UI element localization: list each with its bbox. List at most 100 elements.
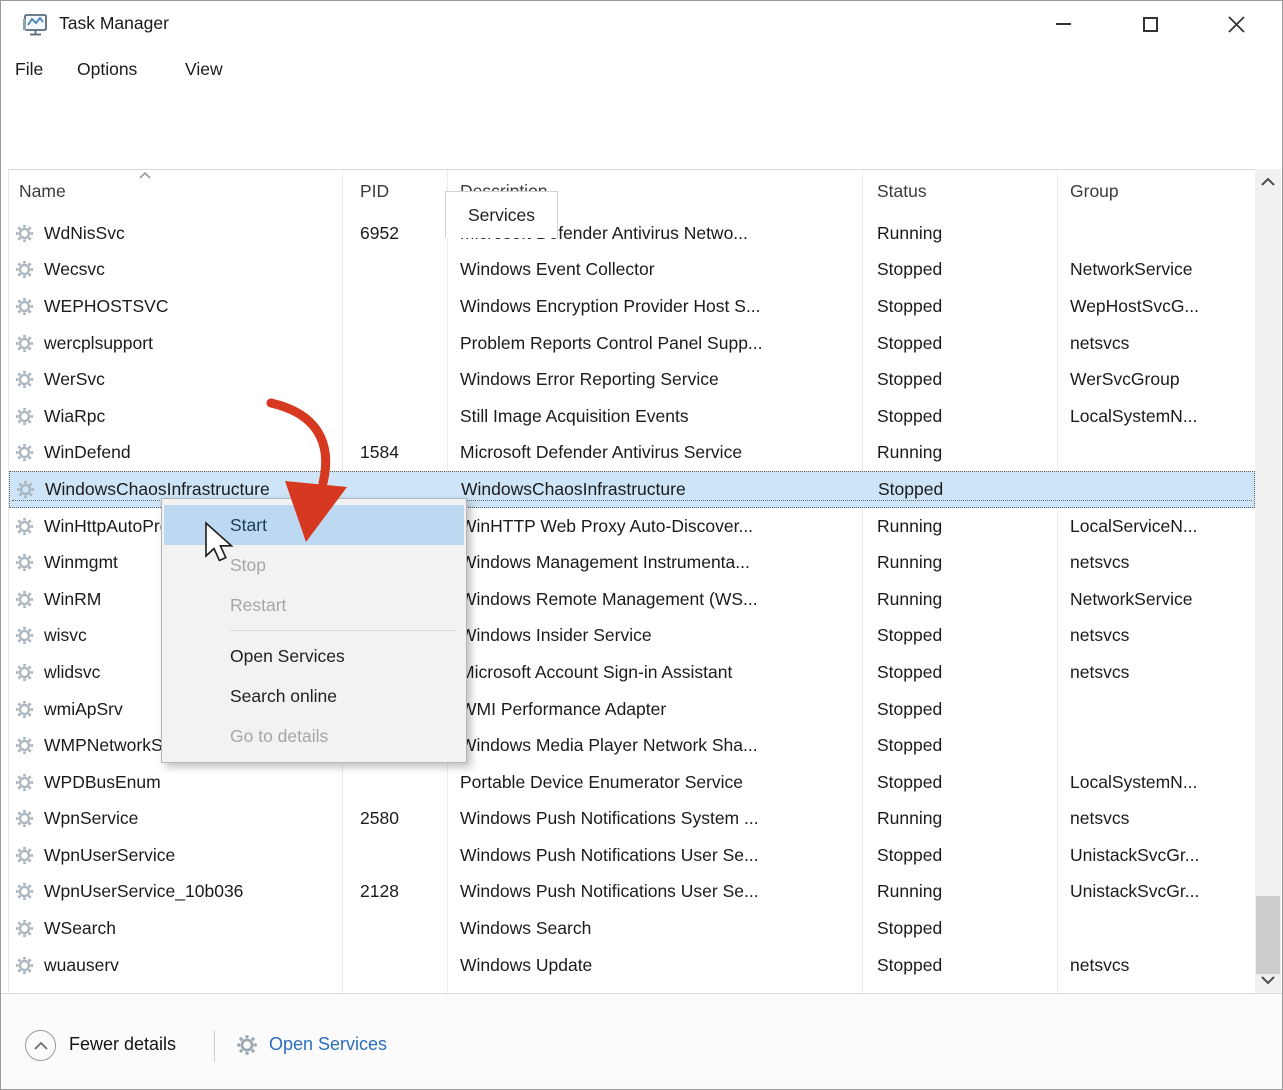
context-menu-item-search-online[interactable]: Search online bbox=[164, 676, 464, 716]
context-menu-item-go-to-details[interactable]: Go to details bbox=[164, 716, 464, 756]
service-pid: 2580 bbox=[342, 808, 447, 829]
context-menu-item-restart[interactable]: Restart bbox=[164, 585, 464, 625]
fewer-details-label[interactable]: Fewer details bbox=[69, 1034, 176, 1055]
scroll-up-button[interactable] bbox=[1255, 169, 1281, 195]
service-name: wmiApSrv bbox=[44, 699, 123, 720]
service-gear-icon bbox=[14, 699, 35, 720]
scroll-down-button[interactable] bbox=[1255, 967, 1281, 993]
menu-view[interactable]: View bbox=[185, 59, 223, 80]
service-description: Portable Device Enumerator Service bbox=[447, 772, 862, 793]
footer-divider bbox=[214, 1030, 215, 1062]
service-description: Microsoft Account Sign-in Assistant bbox=[447, 662, 862, 683]
menu-file[interactable]: File bbox=[15, 59, 43, 80]
service-group: LocalSystemN... bbox=[1057, 406, 1255, 427]
service-description: Windows Media Player Network Sha... bbox=[447, 735, 862, 756]
service-pid: 2128 bbox=[342, 881, 447, 902]
service-gear-icon bbox=[14, 223, 35, 244]
context-menu-item-open-services[interactable]: Open Services bbox=[164, 636, 464, 676]
service-status: Running bbox=[862, 223, 1057, 244]
service-description: Problem Reports Control Panel Supp... bbox=[447, 333, 862, 354]
service-status: Stopped bbox=[862, 625, 1057, 646]
service-gear-icon bbox=[15, 479, 36, 500]
table-row[interactable]: WpnUserService Windows Push Notification… bbox=[9, 837, 1255, 874]
service-description: Windows Push Notifications User Se... bbox=[447, 881, 862, 902]
service-group: NetworkService bbox=[1057, 259, 1255, 280]
scrollbar-thumb[interactable] bbox=[1256, 896, 1280, 974]
service-status: Running bbox=[862, 552, 1057, 573]
service-status: Stopped bbox=[862, 369, 1057, 390]
service-status: Running bbox=[862, 516, 1057, 537]
minimize-icon bbox=[1056, 23, 1071, 25]
service-name: WpnUserService bbox=[44, 845, 175, 866]
service-status: Stopped bbox=[862, 845, 1057, 866]
service-name: WindowsChaosInfrastructure bbox=[45, 479, 270, 500]
service-description: Windows Remote Management (WS... bbox=[447, 589, 862, 610]
window-title: Task Manager bbox=[59, 13, 169, 34]
vertical-scrollbar[interactable] bbox=[1255, 169, 1281, 993]
table-row[interactable]: WdNisSvc 6952 Microsoft Defender Antivir… bbox=[9, 215, 1255, 252]
close-button[interactable] bbox=[1213, 1, 1259, 47]
column-header-name[interactable]: Name bbox=[19, 181, 66, 202]
minimize-button[interactable] bbox=[1040, 1, 1086, 47]
table-row[interactable]: WpnUserService_10b036 2128 Windows Push … bbox=[9, 874, 1255, 911]
tab-label: Services bbox=[468, 205, 535, 226]
service-gear-icon bbox=[14, 772, 35, 793]
service-name: WdNisSvc bbox=[44, 223, 125, 244]
column-header-group[interactable]: Group bbox=[1070, 181, 1119, 202]
context-menu-item-label: Open Services bbox=[230, 646, 345, 667]
table-row[interactable]: WPDBusEnum Portable Device Enumerator Se… bbox=[9, 764, 1255, 801]
service-name: WPDBusEnum bbox=[44, 772, 161, 793]
service-description: Windows Event Collector bbox=[447, 259, 862, 280]
table-row[interactable]: WpnService 2580 Windows Push Notificatio… bbox=[9, 801, 1255, 838]
column-header-status[interactable]: Status bbox=[877, 181, 927, 202]
service-group: netsvcs bbox=[1057, 955, 1255, 976]
open-services-link[interactable]: Open Services bbox=[269, 1034, 387, 1055]
service-status: Stopped bbox=[862, 955, 1057, 976]
table-row[interactable]: WSearch Windows Search Stopped bbox=[9, 910, 1255, 947]
context-menu-item-label: Search online bbox=[230, 686, 337, 707]
table-row[interactable]: wercplsupport Problem Reports Control Pa… bbox=[9, 325, 1255, 362]
service-status: Stopped bbox=[862, 918, 1057, 939]
service-description: Still Image Acquisition Events bbox=[447, 406, 862, 427]
service-status: Stopped bbox=[862, 406, 1057, 427]
table-row[interactable]: WinDefend 1584 Microsoft Defender Antivi… bbox=[9, 435, 1255, 472]
service-description: WindowsChaosInfrastructure bbox=[448, 479, 863, 500]
service-gear-icon bbox=[14, 442, 35, 463]
service-gear-icon bbox=[14, 955, 35, 976]
service-group: netsvcs bbox=[1057, 625, 1255, 646]
table-row[interactable]: Wecsvc Windows Event Collector Stopped N… bbox=[9, 252, 1255, 289]
service-name: WinDefend bbox=[44, 442, 131, 463]
service-description: Windows Error Reporting Service bbox=[447, 369, 862, 390]
context-menu-item-start[interactable]: Start bbox=[164, 505, 464, 545]
table-row[interactable]: WerSvc Windows Error Reporting Service S… bbox=[9, 361, 1255, 398]
menu-options[interactable]: Options bbox=[77, 59, 137, 80]
service-description: Microsoft Defender Antivirus Service bbox=[447, 442, 862, 463]
service-name: WEPHOSTSVC bbox=[44, 296, 168, 317]
service-status: Stopped bbox=[862, 296, 1057, 317]
service-description: Windows Search bbox=[447, 918, 862, 939]
service-group: netsvcs bbox=[1057, 662, 1255, 683]
table-row[interactable]: WEPHOSTSVC Windows Encryption Provider H… bbox=[9, 288, 1255, 325]
service-group: netsvcs bbox=[1057, 808, 1255, 829]
tab-services[interactable]: Services bbox=[445, 191, 558, 238]
title-bar: Task Manager bbox=[1, 1, 1282, 49]
fewer-details-button[interactable] bbox=[25, 1030, 56, 1061]
service-gear-icon bbox=[14, 406, 35, 427]
sort-ascending-icon bbox=[139, 172, 151, 179]
service-status: Running bbox=[862, 442, 1057, 463]
service-gear-icon bbox=[14, 808, 35, 829]
context-menu-item-stop[interactable]: Stop bbox=[164, 545, 464, 585]
service-status: Stopped bbox=[862, 772, 1057, 793]
table-row[interactable]: WiaRpc Still Image Acquisition Events St… bbox=[9, 398, 1255, 435]
column-header-pid[interactable]: PID bbox=[360, 181, 389, 202]
service-group: UnistackSvcGr... bbox=[1057, 881, 1255, 902]
context-menu-item-label: Go to details bbox=[230, 726, 328, 747]
table-row[interactable]: wuauserv Windows Update Stopped netsvcs bbox=[9, 947, 1255, 984]
context-menu-item-label: Stop bbox=[230, 555, 266, 576]
service-group: NetworkService bbox=[1057, 589, 1255, 610]
service-name: WpnService bbox=[44, 808, 138, 829]
service-gear-icon bbox=[14, 516, 35, 537]
service-group: WepHostSvcG... bbox=[1057, 296, 1255, 317]
maximize-button[interactable] bbox=[1127, 1, 1173, 47]
service-status: Running bbox=[862, 589, 1057, 610]
